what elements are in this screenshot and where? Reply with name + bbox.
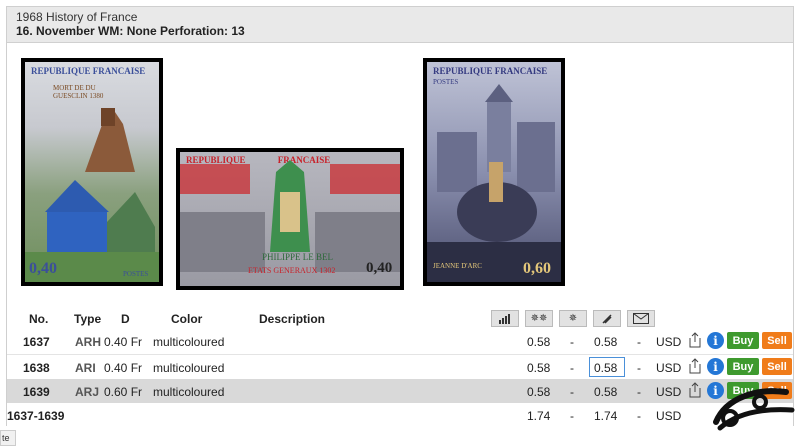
stamp-images: REPUBLIQUE FRANCAISE MORT DE DU GUESCLIN… bbox=[7, 44, 793, 306]
col-header-color: Color bbox=[171, 312, 203, 326]
row-dash: - bbox=[570, 361, 574, 375]
table-header: No. Type D Color Description ✵✵ ✵ bbox=[7, 309, 793, 329]
buy-button[interactable]: Buy bbox=[727, 332, 759, 349]
stamp-image-1639[interactable]: REPUBLIQUE FRANCAISE POSTES JEANNE D'ARC… bbox=[423, 58, 565, 286]
stamp-footer: POSTES bbox=[123, 270, 149, 278]
row-price-mint: 0.58 bbox=[527, 361, 551, 375]
stamp-image-1638[interactable]: REPUBLIQUE FRANCAISE PHILIPPE LE BEL ETA… bbox=[176, 148, 404, 290]
issue-details: 16. November WM: None Perforation: 13 bbox=[16, 24, 245, 38]
stamp-value: 0,40 bbox=[29, 260, 57, 277]
row-currency: USD bbox=[656, 385, 682, 399]
table-row: 1639 ARJ 0.60 Fr multicoloured 0.58 - 0.… bbox=[7, 379, 793, 403]
total-range: 1637-1639 bbox=[7, 409, 65, 423]
cover-envelope-icon[interactable] bbox=[627, 310, 655, 327]
total-dash: - bbox=[570, 409, 574, 423]
stamp-image-1637[interactable]: REPUBLIQUE FRANCAISE MORT DE DU GUESCLIN… bbox=[21, 58, 163, 286]
col-header-d: D bbox=[121, 312, 130, 326]
total-price-used: 1.74 bbox=[594, 409, 618, 423]
stamp-value: 0,40 bbox=[366, 260, 393, 276]
joan-of-arc-illustration bbox=[427, 84, 561, 282]
status-bar: te bbox=[0, 430, 16, 446]
row-denomination: 0.40 Fr bbox=[104, 361, 143, 375]
row-dash: - bbox=[570, 335, 574, 349]
stamp-caption: JEANNE D'ARC bbox=[433, 262, 482, 270]
row-price-mint: 0.58 bbox=[527, 335, 551, 349]
info-icon[interactable]: i bbox=[707, 358, 724, 375]
castle-illustration bbox=[25, 108, 159, 282]
row-dash: - bbox=[570, 385, 574, 399]
row-currency: USD bbox=[656, 361, 682, 375]
row-price-mint: 0.58 bbox=[527, 385, 551, 399]
total-price-mint: 1.74 bbox=[527, 409, 551, 423]
bar-chart-icon[interactable] bbox=[491, 310, 519, 327]
used-stamp-icon[interactable] bbox=[593, 310, 621, 327]
row-color: multicoloured bbox=[153, 335, 225, 349]
row-currency: USD bbox=[656, 335, 682, 349]
row-denomination: 0.40 Fr bbox=[104, 335, 143, 349]
row-denomination: 0.60 Fr bbox=[104, 385, 143, 399]
table-total-row: 1637-1639 1.74 - 1.74 - USD bbox=[7, 403, 793, 427]
row-no: 1638 bbox=[23, 361, 50, 375]
row-type[interactable]: ARH bbox=[75, 335, 101, 349]
row-price-used: 0.58 bbox=[594, 361, 618, 375]
row-no: 1637 bbox=[23, 335, 50, 349]
total-currency: USD bbox=[656, 409, 682, 423]
row-type[interactable]: ARJ bbox=[75, 385, 99, 399]
mint-stars-icon[interactable]: ✵✵ bbox=[525, 310, 553, 327]
row-type[interactable]: ARI bbox=[75, 361, 96, 375]
stamp-value: 0,60 bbox=[523, 260, 551, 277]
total-dash: - bbox=[637, 409, 641, 423]
issue-header: 1968 History of France 16. November WM: … bbox=[7, 7, 793, 43]
share-icon[interactable] bbox=[687, 381, 703, 399]
table-row: 1637 ARH 0.40 Fr multicoloured 0.58 - 0.… bbox=[7, 329, 793, 353]
col-header-no: No. bbox=[29, 312, 49, 326]
info-icon[interactable]: i bbox=[707, 332, 724, 349]
issue-title: 1968 History of France bbox=[16, 10, 138, 24]
col-header-type: Type bbox=[74, 312, 102, 326]
col-header-description: Description bbox=[259, 312, 326, 326]
stamp-issue-panel: 1968 History of France 16. November WM: … bbox=[6, 6, 794, 427]
row-dash: - bbox=[637, 385, 641, 399]
sell-button[interactable]: Sell bbox=[762, 358, 792, 375]
stamp-caption: PHILIPPE LE BEL bbox=[262, 252, 333, 262]
row-dash: - bbox=[637, 335, 641, 349]
hinged-star-icon[interactable]: ✵ bbox=[559, 310, 587, 327]
row-no: 1639 bbox=[23, 385, 50, 399]
row-dash: - bbox=[637, 361, 641, 375]
stamp-subcaption: ETATS GENERAUX 1302 bbox=[248, 266, 336, 275]
sell-button[interactable]: Sell bbox=[762, 332, 792, 349]
row-price-used: 0.58 bbox=[594, 335, 618, 349]
share-icon[interactable] bbox=[687, 331, 703, 349]
row-color: multicoloured bbox=[153, 385, 225, 399]
table-row: 1638 ARI 0.40 Fr multicoloured 0.58 - 0.… bbox=[7, 354, 793, 378]
watermark-logo bbox=[713, 388, 795, 431]
buy-button[interactable]: Buy bbox=[727, 358, 759, 375]
share-icon[interactable] bbox=[687, 357, 703, 375]
row-price-used: 0.58 bbox=[594, 385, 618, 399]
row-color: multicoloured bbox=[153, 361, 225, 375]
